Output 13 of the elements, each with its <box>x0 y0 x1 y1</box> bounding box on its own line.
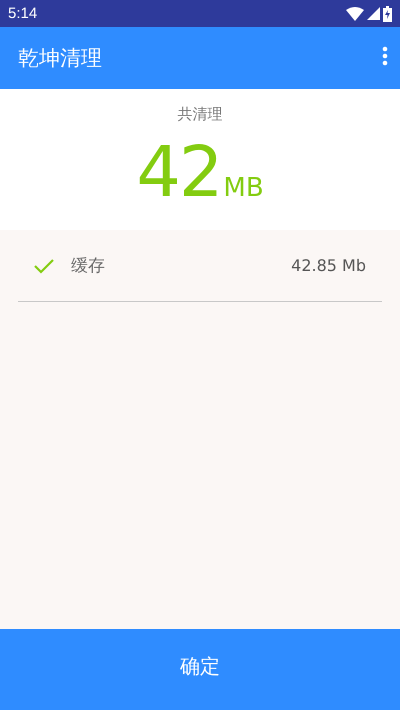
status-time: 5:14 <box>8 5 38 22</box>
app-title: 乾坤清理 <box>18 45 102 72</box>
signal-icon <box>367 7 380 20</box>
cache-item[interactable]: 缓存 42.85 Mb <box>18 230 382 302</box>
cleaned-amount: 42 <box>136 136 222 208</box>
summary-label: 共清理 <box>178 105 222 124</box>
checkmark-icon[interactable] <box>33 256 55 274</box>
item-label: 缓存 <box>71 255 106 277</box>
more-menu-icon[interactable] <box>382 46 388 66</box>
item-size: 42.85 Mb <box>291 256 366 275</box>
wifi-icon <box>346 6 364 20</box>
battery-icon <box>383 6 392 22</box>
amount-unit: MB <box>223 173 264 203</box>
